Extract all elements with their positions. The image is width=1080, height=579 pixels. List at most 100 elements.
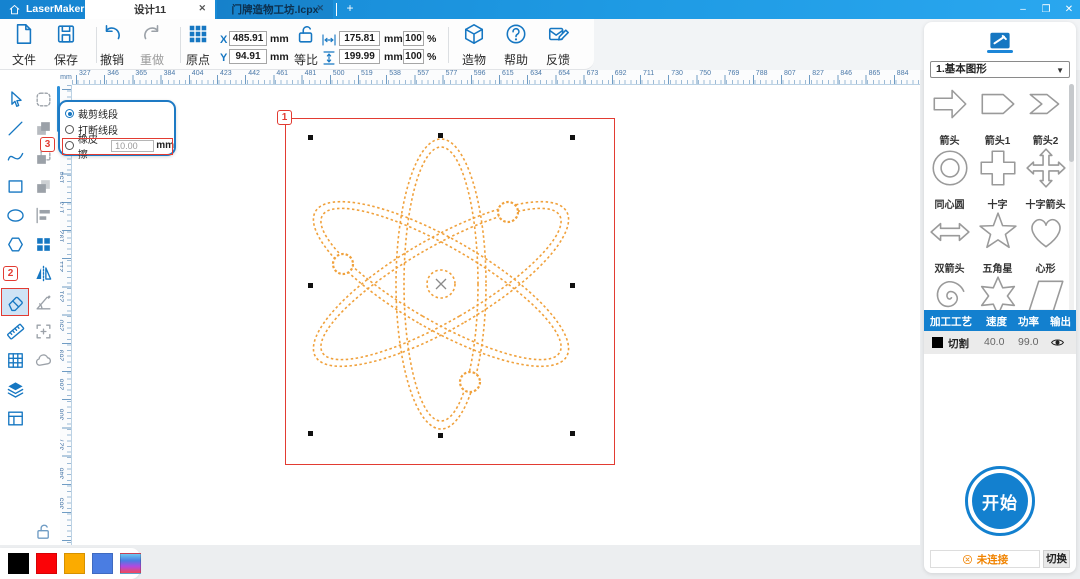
minimize-window-button[interactable]: – xyxy=(1012,2,1034,17)
radio-icon[interactable] xyxy=(65,109,74,118)
y-position-input[interactable]: 94.91 xyxy=(229,49,267,64)
help-button[interactable]: 帮助 xyxy=(494,23,538,68)
measure-tool[interactable] xyxy=(3,319,27,343)
selection-handle[interactable] xyxy=(437,432,443,438)
popup-option-1[interactable]: 裁剪线段 xyxy=(65,106,118,121)
cloud-tool[interactable] xyxy=(31,348,55,372)
close-window-button[interactable]: ✕ xyxy=(1058,2,1080,17)
width-input[interactable]: 175.81 xyxy=(339,31,380,46)
line-tool[interactable] xyxy=(3,116,27,140)
ruler-number: 288 xyxy=(60,379,66,391)
shapes-tab-icon[interactable] xyxy=(989,30,1011,49)
lock-open-icon[interactable] xyxy=(31,519,55,543)
selection-handle[interactable] xyxy=(569,134,575,140)
color-swatch-black[interactable] xyxy=(8,553,29,574)
shape-list-scrollbar[interactable] xyxy=(1069,84,1074,314)
frame-tool[interactable] xyxy=(31,319,55,343)
shape-item-block-arrow[interactable]: 箭头 xyxy=(926,82,973,147)
feedback-button[interactable]: 反馈 xyxy=(536,23,580,68)
color-swatch-orange[interactable] xyxy=(64,553,85,574)
width-pct-input[interactable]: 100 xyxy=(403,31,424,46)
maximize-window-button[interactable]: ❐ xyxy=(1035,2,1057,17)
selection-handle[interactable] xyxy=(569,282,575,288)
shape-item-cross[interactable]: 十字 xyxy=(974,146,1021,211)
ruler-unit-label: mm xyxy=(60,70,72,85)
color-swatch-multicolor[interactable] xyxy=(120,553,141,574)
process-row[interactable]: 切割 40.0 99.0 xyxy=(924,331,1076,354)
ruler-number: 192 xyxy=(60,231,66,243)
create-button[interactable]: 造物 xyxy=(452,23,496,68)
selection-handle[interactable] xyxy=(307,430,313,436)
eraser-tool[interactable] xyxy=(1,288,29,316)
mirror-tool[interactable] xyxy=(31,261,55,285)
ruler-number: 365 xyxy=(135,70,148,77)
ruler-number: 788 xyxy=(755,70,768,77)
radio-icon[interactable] xyxy=(65,125,74,134)
polygon-tool[interactable] xyxy=(3,232,27,256)
rectangle-tool[interactable] xyxy=(3,174,27,198)
ruler-number: 596 xyxy=(473,70,486,77)
ruler-number: 750 xyxy=(699,70,712,77)
width-pct-unit: % xyxy=(427,33,437,45)
file-button[interactable]: 文件 xyxy=(2,23,46,68)
new-tab-button[interactable]: + xyxy=(342,1,358,18)
shape-item-cross-arrow[interactable]: 十字箭头 xyxy=(1022,146,1069,211)
titlebar: LaserMaker 2.0.5 设计11 ✕ 门牌造物工坊.lcpx ✕ + – ❐ ✕ xyxy=(0,0,1080,19)
shape-category-dropdown[interactable]: 1.基本图形 ▼ xyxy=(930,61,1070,78)
design-canvas[interactable]: 1 xyxy=(72,85,920,545)
curve-tool[interactable] xyxy=(3,145,27,169)
concentric-circles-icon xyxy=(931,150,968,186)
color-swatch-red[interactable] xyxy=(36,553,57,574)
library-panel: 1.基本图形 ▼ 箭头箭头1箭头2同心圆十字十字箭头双箭头五角星心形螺旋线六角星… xyxy=(924,22,1076,573)
ruler-number: 404 xyxy=(191,70,204,77)
start-button[interactable]: 开始 xyxy=(965,466,1035,536)
process-col-1: 速度 xyxy=(986,316,1007,328)
layers-tool[interactable] xyxy=(3,377,27,401)
document-tab[interactable]: 门牌造物工坊.lcpx ✕ xyxy=(217,0,333,19)
document-tab[interactable]: 设计11 ✕ xyxy=(85,0,215,19)
ruler-number: 308 xyxy=(60,408,66,421)
close-tab-icon[interactable]: ✕ xyxy=(316,3,324,14)
marquee-tool[interactable] xyxy=(31,87,55,111)
grid-tool[interactable] xyxy=(3,348,27,372)
selection-handle[interactable] xyxy=(437,132,443,138)
x-position-input[interactable]: 485.91 xyxy=(229,31,267,46)
duplicate-tool[interactable] xyxy=(31,174,55,198)
eye-icon[interactable] xyxy=(1050,335,1065,350)
home-icon[interactable] xyxy=(8,3,21,16)
ratio-lock-icon xyxy=(295,23,317,45)
angle-tool[interactable] xyxy=(31,290,55,314)
shape-item-star5[interactable]: 五角星 xyxy=(974,210,1021,275)
tag-arrow-icon xyxy=(980,93,1014,115)
height-input[interactable]: 199.99 xyxy=(339,49,380,64)
width-mm-unit: mm xyxy=(384,33,403,45)
group-tool[interactable] xyxy=(31,232,55,256)
save-button[interactable]: 保存 xyxy=(44,23,88,68)
align-tool[interactable] xyxy=(31,203,55,227)
color-swatch-blue[interactable] xyxy=(92,553,113,574)
shape-item-concentric-circles[interactable]: 同心圆 xyxy=(926,146,973,211)
ruler-number: 231 xyxy=(60,290,66,302)
redo-button[interactable]: 重做 xyxy=(130,23,174,68)
selection-handle[interactable] xyxy=(569,430,575,436)
shape-item-double-arrow[interactable]: 双箭头 xyxy=(926,210,973,275)
shape-item-tag-arrow[interactable]: 箭头1 xyxy=(974,82,1021,147)
select-tool[interactable] xyxy=(3,87,27,111)
height-pct-input[interactable]: 100 xyxy=(403,49,424,64)
selection-handle[interactable] xyxy=(307,134,313,140)
close-tab-icon[interactable]: ✕ xyxy=(198,3,206,14)
shape-item-heart[interactable]: 心形 xyxy=(1022,210,1069,275)
origin-button[interactable]: 原点 xyxy=(176,23,220,68)
ruler-number: 884 xyxy=(896,70,909,77)
undo-button[interactable]: 撤销 xyxy=(90,23,134,68)
ellipse-tool[interactable] xyxy=(3,203,27,227)
layer-color-swatch[interactable] xyxy=(932,337,943,348)
height-pct-unit: % xyxy=(427,51,437,63)
selection-handle[interactable] xyxy=(307,282,313,288)
ruler-number: 346 xyxy=(60,467,66,480)
shape-item-chevron-arrow[interactable]: 箭头2 xyxy=(1022,82,1069,147)
switch-device-button[interactable]: 切换 xyxy=(1043,550,1070,568)
layout-tool[interactable] xyxy=(3,406,27,430)
process-col-0: 加工工艺 xyxy=(930,316,972,328)
feedback-icon xyxy=(547,23,569,45)
